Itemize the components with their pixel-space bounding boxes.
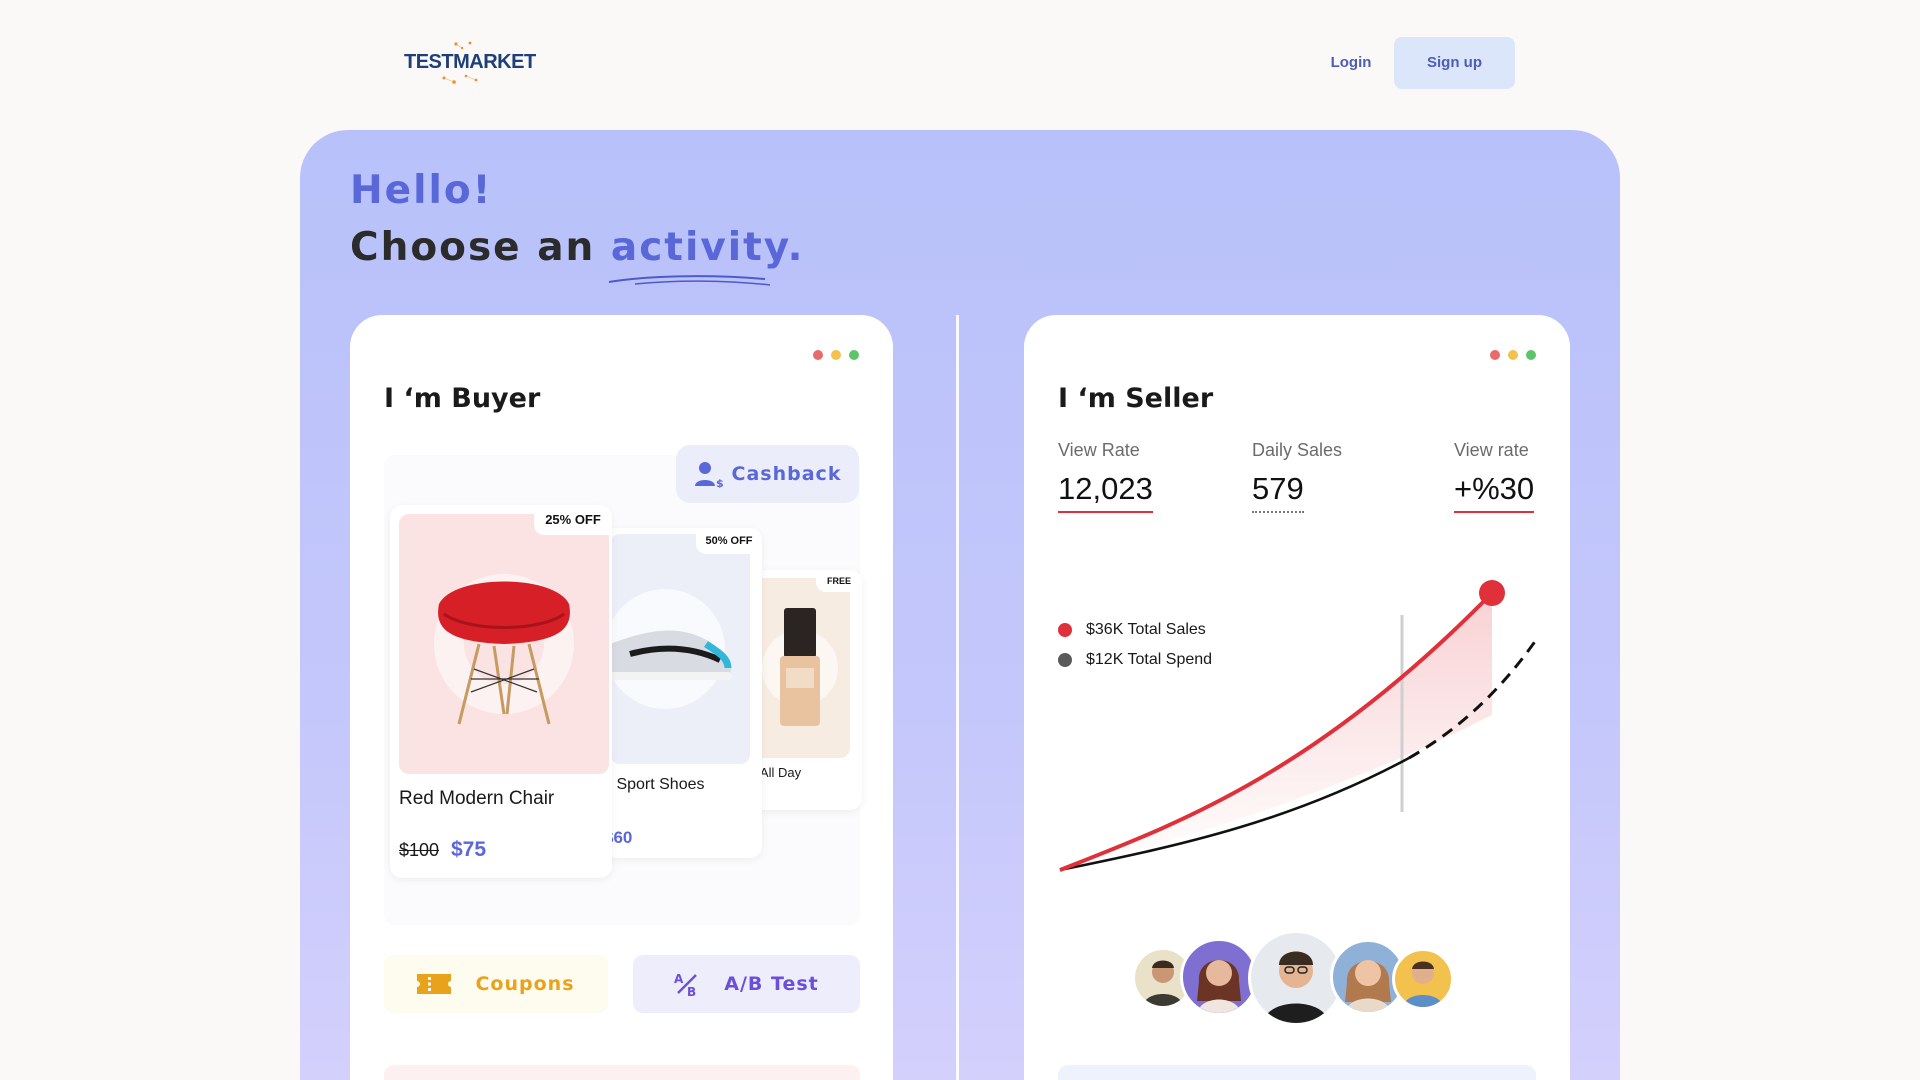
chart-legend: $36K Total Sales $12K Total Spend — [1058, 615, 1212, 675]
user-dollar-icon: $ — [694, 462, 724, 488]
ab-test-button[interactable]: A B A/B Test — [633, 955, 860, 1013]
avatar[interactable] — [1392, 948, 1454, 1010]
legend-item-sales: $36K Total Sales — [1058, 615, 1212, 645]
headline-accent: activity. — [610, 225, 805, 270]
red-chair-icon — [434, 574, 574, 725]
svg-text:B: B — [687, 985, 696, 997]
window-dots — [813, 350, 859, 360]
dot-yellow-icon — [831, 350, 841, 360]
cards-divider — [956, 315, 959, 1080]
person-icon — [1403, 961, 1443, 1007]
seller-card[interactable]: I ‘m Seller View Rate 12,023 Daily Sales… — [1024, 315, 1570, 1080]
ab-test-label: A/B Test — [724, 973, 819, 995]
logo-text: TESTMARKET — [404, 51, 536, 73]
legend-label: $36K Total Sales — [1086, 621, 1206, 638]
svg-text:$: $ — [716, 477, 724, 488]
dot-green-icon — [849, 350, 859, 360]
legend-dot-icon — [1058, 653, 1072, 667]
cashback-button[interactable]: $ Cashback — [676, 445, 859, 503]
legend-label: $12K Total Spend — [1086, 651, 1213, 668]
scribble-underline-icon — [608, 275, 771, 286]
login-link[interactable]: Login — [1320, 50, 1382, 76]
signup-button[interactable]: Sign up — [1394, 37, 1515, 89]
legend-dot-icon — [1058, 623, 1072, 637]
person-icon — [1263, 951, 1329, 1023]
product-name: Red Modern Chair — [399, 788, 555, 809]
buyer-title: I ‘m Buyer — [384, 383, 541, 414]
person-icon — [1197, 960, 1241, 1013]
sport-shoes-image — [605, 534, 750, 764]
red-chair-image — [399, 514, 609, 774]
headline-prefix: Choose an — [350, 225, 596, 270]
foundation-bottle-image — [750, 578, 850, 758]
avatar[interactable] — [1180, 938, 1258, 1016]
product-card-red-chair[interactable]: 25% OFF Red Modern Chair $100 $75 — [390, 505, 612, 878]
greeting-heading: Hello! — [350, 168, 493, 213]
foundation-bottle-icon — [762, 608, 838, 726]
dot-red-icon — [813, 350, 823, 360]
sales-peak-point — [1479, 580, 1505, 606]
legend-item-spend: $12K Total Spend — [1058, 645, 1212, 675]
sport-shoe-icon — [605, 589, 732, 709]
cashback-label: Cashback — [731, 463, 842, 485]
product-badge: FREE — [816, 570, 862, 592]
hero-panel: Hello! Choose an activity. I ‘m Buyer FR… — [300, 130, 1620, 1080]
product-price: $75 — [451, 838, 487, 861]
ticket-icon — [417, 974, 452, 994]
testmarket-logo[interactable]: TESTMARKET — [404, 40, 564, 86]
product-badge: 25% OFF — [534, 505, 612, 535]
product-badge: 50% OFF — [696, 528, 762, 554]
bottom-card-strip — [384, 1065, 860, 1080]
buyer-card[interactable]: I ‘m Buyer FREE ity All Day ss 50 — [350, 315, 893, 1080]
product-price-old: $100 — [399, 840, 440, 860]
choose-activity-heading: Choose an activity. — [350, 225, 804, 270]
product-card-sport-shoes[interactable]: 50% OFF x Sport Shoes $60 — [604, 528, 762, 858]
product-name: x Sport Shoes — [604, 776, 705, 793]
coupons-label: Coupons — [475, 973, 575, 995]
customer-avatars — [1024, 930, 1570, 1030]
svg-text:A: A — [674, 972, 684, 986]
percent-ab-icon: A B — [674, 972, 698, 997]
bottom-card-strip — [1058, 1065, 1536, 1080]
coupons-button[interactable]: Coupons — [384, 955, 608, 1013]
